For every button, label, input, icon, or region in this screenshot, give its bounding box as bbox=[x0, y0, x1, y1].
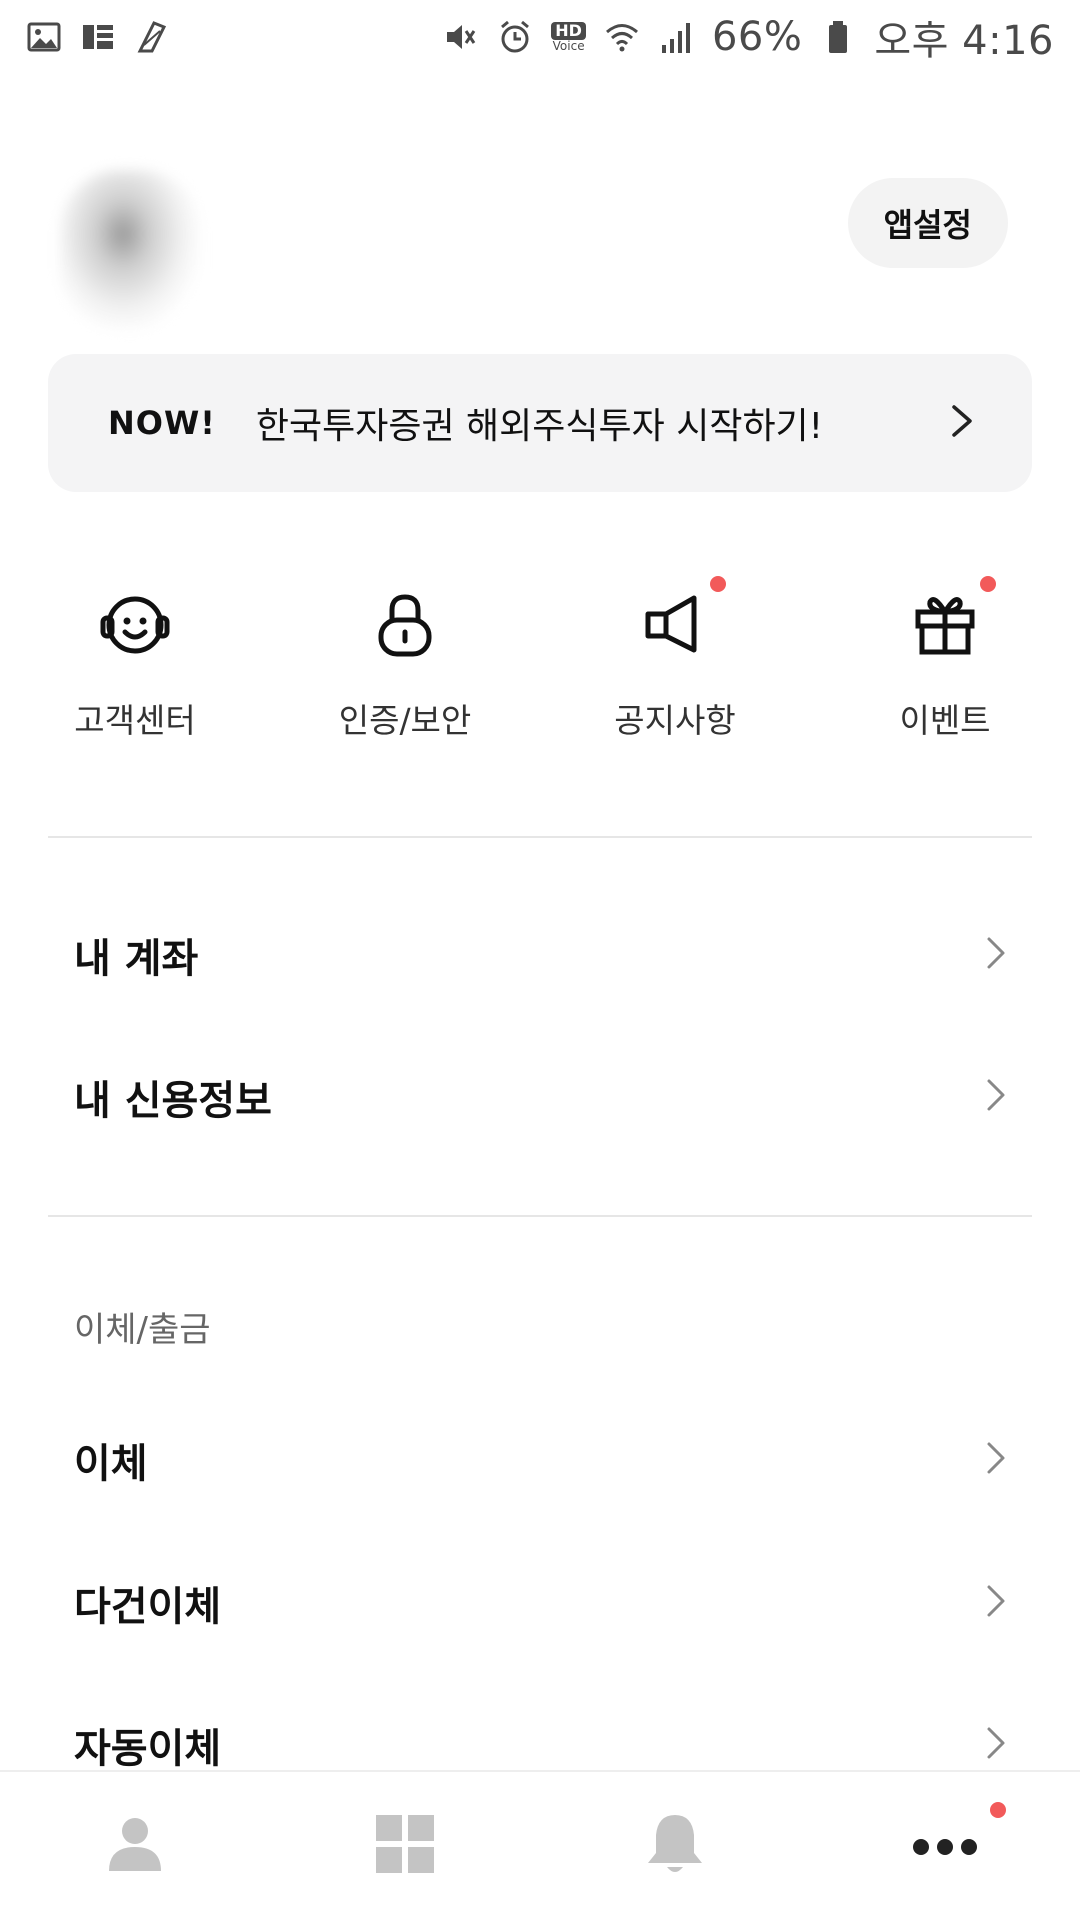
more-icon bbox=[910, 1809, 980, 1883]
avatar[interactable] bbox=[60, 170, 200, 330]
menu-my-credit-info[interactable]: 내 신용정보 bbox=[48, 1042, 1032, 1152]
status-left-icons bbox=[26, 19, 170, 55]
menu-bulk-transfer[interactable]: 다건이체 bbox=[48, 1548, 1032, 1658]
quick-menu: 고객센터 인증/보안 공지사항 이벤트 bbox=[0, 576, 1080, 750]
menu-transfer[interactable]: 이체 bbox=[48, 1405, 1032, 1515]
gallery-notification-icon bbox=[26, 19, 62, 55]
bottom-nav bbox=[0, 1770, 1080, 1920]
quick-label: 고객센터 bbox=[74, 701, 196, 740]
event-badge bbox=[980, 576, 996, 592]
bell-icon bbox=[640, 1809, 710, 1883]
menu-my-account[interactable]: 내 계좌 bbox=[48, 900, 1032, 1010]
signal-icon bbox=[658, 19, 694, 55]
lock-icon bbox=[360, 580, 450, 670]
menu-label: 내 계좌 bbox=[74, 936, 199, 982]
menu-label: 다건이체 bbox=[74, 1584, 222, 1630]
status-right-icons: HD Voice 66% 오후 4:16 bbox=[443, 8, 1054, 66]
quick-customer-center[interactable]: 고객센터 bbox=[0, 580, 270, 750]
menu-label: 이체 bbox=[74, 1441, 148, 1487]
banner-tag: NOW! bbox=[108, 404, 216, 442]
quick-event[interactable]: 이벤트 bbox=[810, 576, 1080, 750]
battery-percent: 66% bbox=[711, 14, 803, 60]
nav-my[interactable] bbox=[0, 1772, 270, 1920]
quick-notice[interactable]: 공지사항 bbox=[540, 576, 810, 750]
gift-icon bbox=[900, 576, 996, 670]
quick-label: 이벤트 bbox=[899, 701, 991, 740]
section-title-transfer: 이체/출금 bbox=[74, 1310, 211, 1350]
nav-more[interactable] bbox=[810, 1772, 1080, 1920]
clock: 오후 4:16 bbox=[874, 18, 1054, 64]
status-bar: HD Voice 66% 오후 4:16 bbox=[0, 0, 1080, 74]
hd-voice-icon: HD Voice bbox=[551, 21, 586, 53]
divider bbox=[48, 836, 1032, 838]
app-settings-button[interactable]: 앱설정 bbox=[847, 178, 1008, 268]
grid-icon bbox=[370, 1809, 440, 1883]
quick-label: 공지사항 bbox=[614, 701, 736, 740]
chevron-right-icon bbox=[948, 401, 976, 445]
mute-icon bbox=[443, 19, 479, 55]
megaphone-icon bbox=[630, 576, 726, 670]
quick-auth-security[interactable]: 인증/보안 bbox=[270, 580, 540, 750]
news-notification-icon bbox=[80, 19, 116, 55]
promo-banner[interactable]: NOW! 한국투자증권 해외주식투자 시작하기! bbox=[48, 354, 1032, 492]
nav-notifications[interactable] bbox=[540, 1772, 810, 1920]
wifi-icon bbox=[604, 19, 640, 55]
chevron-right-icon bbox=[984, 934, 1008, 976]
notice-badge bbox=[710, 576, 726, 592]
headset-icon bbox=[90, 580, 180, 670]
chevron-right-icon bbox=[984, 1439, 1008, 1481]
chevron-right-icon bbox=[984, 1076, 1008, 1118]
more-badge bbox=[990, 1802, 1006, 1818]
person-icon bbox=[100, 1809, 170, 1883]
quick-label: 인증/보안 bbox=[338, 701, 472, 740]
battery-icon bbox=[820, 19, 856, 55]
menu-label: 자동이체 bbox=[74, 1726, 222, 1772]
chevron-right-icon bbox=[984, 1582, 1008, 1624]
app-notification-icon bbox=[134, 19, 170, 55]
menu-label: 내 신용정보 bbox=[74, 1078, 272, 1124]
chevron-right-icon bbox=[984, 1724, 1008, 1766]
divider bbox=[48, 1215, 1032, 1217]
nav-menu[interactable] bbox=[270, 1772, 540, 1920]
banner-message: 한국투자증권 해외주식투자 시작하기! bbox=[255, 406, 824, 447]
profile-header: 앱설정 bbox=[48, 150, 1032, 340]
alarm-icon bbox=[497, 19, 533, 55]
